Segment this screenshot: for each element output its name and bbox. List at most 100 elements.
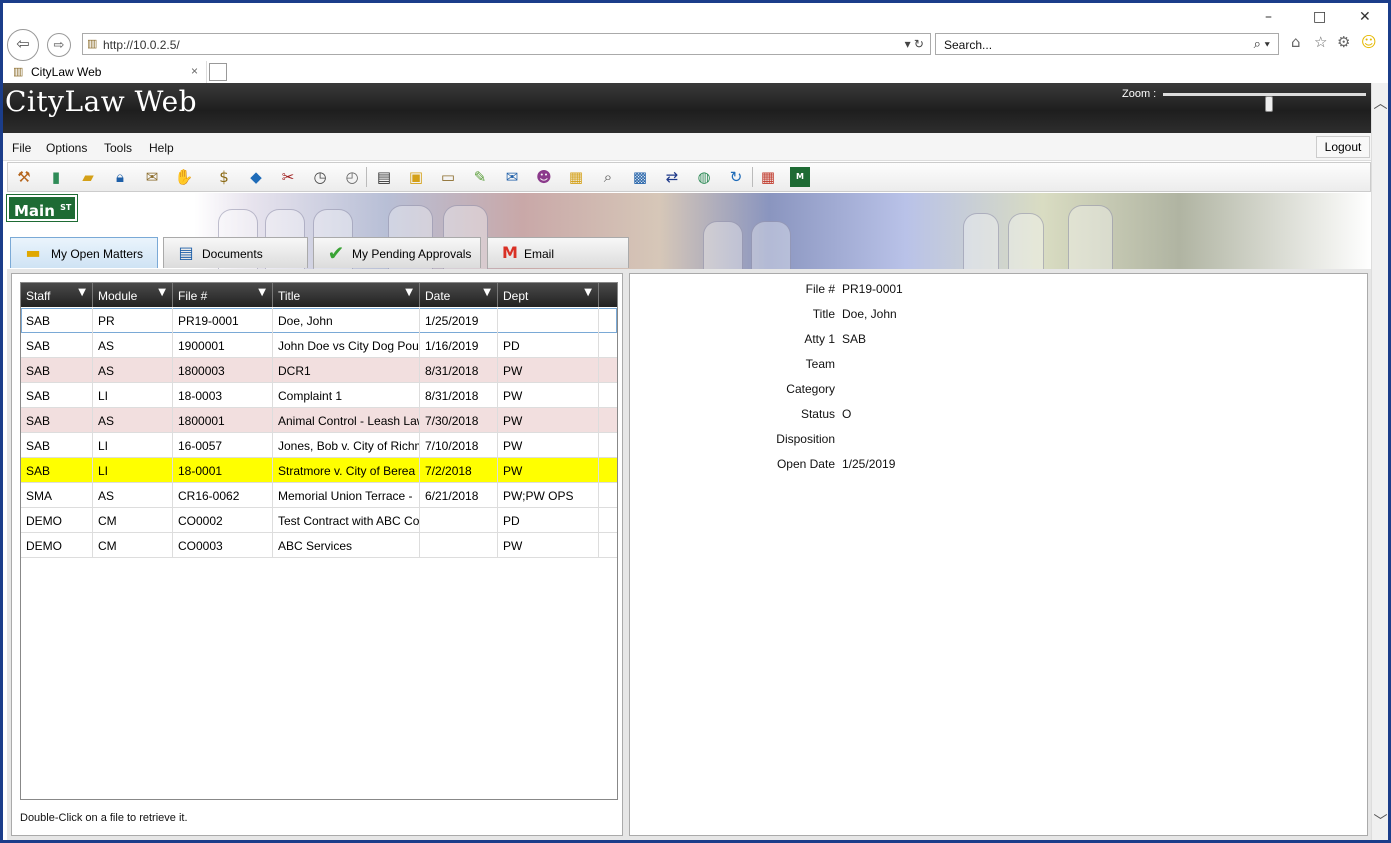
stopwatch-icon[interactable]: ◷ bbox=[310, 167, 330, 187]
column-header-file-number[interactable]: File # ▼ bbox=[173, 283, 273, 307]
table-row[interactable]: SAB LI 18-0003 Complaint 1 8/31/2018 PW bbox=[21, 383, 617, 408]
smiley-feedback-icon[interactable]: ☺ bbox=[1361, 33, 1377, 51]
cell-text: 1800001 bbox=[178, 414, 225, 428]
cell-staff: SAB bbox=[21, 433, 93, 458]
table-row[interactable]: DEMO CM CO0002 Test Contract with ABC Co PD bbox=[21, 508, 617, 533]
table-row[interactable]: SAB AS 1800001 Animal Control - Leash Law 7/… bbox=[21, 408, 617, 433]
clipboard-icon[interactable]: ▦ bbox=[566, 167, 586, 187]
menu-tools[interactable]: Tools bbox=[104, 141, 132, 155]
tab-my-pending-approvals[interactable]: ✔ My Pending Approvals bbox=[313, 237, 481, 268]
main-st-sign: Main ST bbox=[6, 194, 78, 222]
filter-icon[interactable]: ▼ bbox=[584, 287, 592, 298]
search-icon[interactable]: ⌕ ▾ bbox=[1254, 36, 1270, 52]
table-row[interactable]: SAB LI 16-0057 Jones, Bob v. City of Richm 7… bbox=[21, 433, 617, 458]
menu-help[interactable]: Help bbox=[149, 141, 174, 155]
table-row[interactable]: SMA AS CR16-0062 Memorial Union Terrace - 6/… bbox=[21, 483, 617, 508]
transfer-arrows-icon[interactable]: ⇄ bbox=[662, 167, 682, 187]
site-favicon-icon: ▥ bbox=[87, 38, 98, 50]
vertical-scrollbar[interactable]: ︿ ﹀ bbox=[1371, 83, 1388, 840]
filter-icon[interactable]: ▼ bbox=[158, 287, 166, 298]
notebook-icon[interactable]: ▮ bbox=[46, 167, 66, 187]
zoom-slider[interactable] bbox=[1163, 93, 1366, 112]
table-row[interactable]: SAB AS 1800003 DCR1 8/31/2018 PW bbox=[21, 358, 617, 383]
tag-icon[interactable]: ◆ bbox=[246, 167, 266, 187]
table-row[interactable]: DEMO CM CO0003 ABC Services PW bbox=[21, 533, 617, 558]
money-bag-icon[interactable]: $ bbox=[214, 167, 234, 187]
globe-icon[interactable]: ◍ bbox=[694, 167, 714, 187]
new-tab-button[interactable] bbox=[209, 63, 227, 81]
column-header-staff[interactable]: Staff ▼ bbox=[21, 283, 93, 307]
column-header-date[interactable]: Date ▼ bbox=[420, 283, 498, 307]
cell-date bbox=[420, 533, 498, 558]
printer-icon[interactable]: ▤ bbox=[374, 167, 394, 187]
dropdown-refresh-icon[interactable]: ▾ ↻ bbox=[905, 37, 924, 51]
gavel-icon[interactable]: ⚒ bbox=[14, 167, 34, 187]
matters-grid[interactable]: Staff ▼ Module ▼ File # ▼ Title ▼ Date ▼ Dept… bbox=[20, 282, 618, 800]
contact-card-icon[interactable]: ▩ bbox=[630, 167, 650, 187]
maximize-button[interactable]: □ bbox=[1313, 9, 1326, 25]
settings-gear-icon[interactable]: ⚙ bbox=[1337, 33, 1350, 51]
cell-module: AS bbox=[93, 358, 173, 383]
people-icon[interactable]: ☻ bbox=[534, 167, 554, 187]
forward-button[interactable]: ⇨ bbox=[47, 33, 71, 57]
column-header-dept[interactable]: Dept ▼ bbox=[498, 283, 599, 307]
gmail-icon: M bbox=[502, 243, 518, 262]
cell-text: 1/16/2019 bbox=[425, 339, 479, 353]
cell-text: 1900001 bbox=[178, 339, 225, 353]
browser-tab[interactable]: ▥ CityLaw Web × bbox=[7, 61, 207, 83]
scroll-up-icon[interactable]: ︿ bbox=[1372, 93, 1388, 113]
cell-module: PR bbox=[93, 308, 173, 333]
address-url[interactable]: http://10.0.2.5/ bbox=[103, 38, 180, 52]
main-st-icon[interactable]: M bbox=[790, 167, 810, 187]
table-row[interactable]: SAB AS 1900001 John Doe vs City Dog Poun 1/1… bbox=[21, 333, 617, 358]
padlock-icon[interactable]: ▣ bbox=[406, 167, 426, 187]
handshake-icon[interactable]: ✋ bbox=[174, 167, 194, 187]
hand-deliver-icon[interactable]: ✉ bbox=[142, 167, 162, 187]
zoom-slider-thumb[interactable] bbox=[1264, 96, 1273, 112]
cell-text: CM bbox=[98, 539, 117, 553]
envelope-icon[interactable]: ✉ bbox=[502, 167, 522, 187]
refresh-icon[interactable]: ↻ bbox=[726, 167, 746, 187]
file-folder-icon[interactable]: ▭ bbox=[438, 167, 458, 187]
column-header-module[interactable]: Module ▼ bbox=[93, 283, 173, 307]
filter-icon[interactable]: ▼ bbox=[405, 287, 413, 298]
logout-button[interactable]: Logout bbox=[1316, 136, 1370, 158]
tab-my-open-matters[interactable]: ▬ My Open Matters bbox=[10, 237, 158, 268]
cell-text: AS bbox=[98, 339, 115, 353]
pen-icon[interactable]: ✎ bbox=[470, 167, 490, 187]
back-button[interactable]: ⇦ bbox=[7, 29, 39, 61]
filter-icon[interactable]: ▼ bbox=[258, 287, 266, 298]
minimize-button[interactable]: – bbox=[1265, 9, 1272, 25]
tools-icon[interactable]: ✂ bbox=[278, 167, 298, 187]
cell-file-number: 1800001 bbox=[173, 408, 273, 433]
browser-tab-title: CityLaw Web bbox=[31, 65, 102, 79]
banner-building bbox=[1008, 213, 1044, 269]
table-row[interactable]: SAB LI 18-0001 Stratmore v. City of Berea 7/… bbox=[21, 458, 617, 483]
folder-notes-icon[interactable]: ▰ bbox=[78, 167, 98, 187]
menu-file[interactable]: File bbox=[12, 141, 31, 155]
search-doc-icon[interactable]: ⌕ bbox=[598, 167, 618, 187]
cell-date: 1/25/2019 bbox=[420, 308, 498, 333]
filter-icon[interactable]: ▼ bbox=[78, 287, 86, 298]
filter-icon[interactable]: ▼ bbox=[483, 287, 491, 298]
lock-icon[interactable]: 🔒︎ bbox=[110, 167, 130, 187]
scroll-down-icon[interactable]: ﹀ bbox=[1372, 811, 1388, 831]
cell-file-number: CO0003 bbox=[173, 533, 273, 558]
clock-icon[interactable]: ◴ bbox=[342, 167, 362, 187]
cell-module: LI bbox=[93, 458, 173, 483]
search-input[interactable]: Search... ⌕ ▾ bbox=[935, 33, 1279, 55]
tab-documents[interactable]: ▤ Documents bbox=[163, 237, 308, 268]
menu-options[interactable]: Options bbox=[46, 141, 87, 155]
favorites-star-icon[interactable]: ☆ bbox=[1314, 33, 1327, 51]
close-window-button[interactable]: ✕ bbox=[1359, 9, 1371, 25]
dashboard-icon[interactable]: ▦ bbox=[758, 167, 778, 187]
home-icon[interactable]: ⌂ bbox=[1291, 33, 1301, 51]
table-row[interactable]: SAB PR PR19-0001 Doe, John 1/25/2019 bbox=[21, 308, 617, 333]
tab-email[interactable]: M Email bbox=[487, 237, 629, 268]
address-bar[interactable]: ▥ http://10.0.2.5/ ▾ ↻ bbox=[82, 33, 931, 55]
tab-close-icon[interactable]: × bbox=[191, 64, 198, 78]
forward-arrow-icon: ⇨ bbox=[53, 37, 65, 52]
detail-label: Status bbox=[800, 407, 835, 421]
cell-title: Test Contract with ABC Co bbox=[273, 508, 420, 533]
column-header-title[interactable]: Title ▼ bbox=[273, 283, 420, 307]
